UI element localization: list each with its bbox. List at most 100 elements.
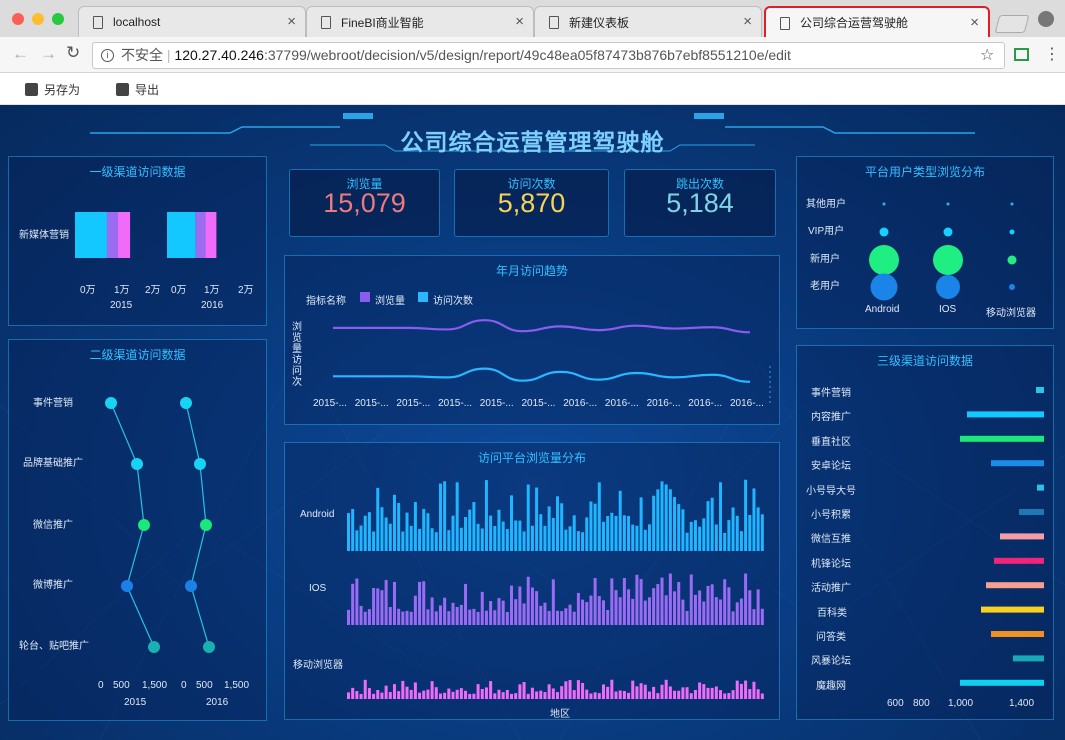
back-icon[interactable]: ←	[12, 44, 29, 64]
platform-bar	[748, 689, 752, 699]
platform-bar	[727, 587, 731, 625]
export-label: 导出	[135, 83, 160, 97]
platform-bar	[459, 527, 463, 551]
platform-bar	[392, 684, 396, 699]
dashboard-canvas: 公司综合运营管理驾驶舱 一级渠道访问数据 新媒体营销 0万 1万 2万 0万 1…	[0, 105, 1065, 740]
tick-label: 1万	[204, 285, 220, 296]
platform-bar	[376, 487, 380, 551]
platform-bar	[355, 691, 359, 699]
maximize-window-button[interactable]	[52, 13, 64, 25]
profile-icon[interactable]	[1038, 11, 1054, 27]
platform-bar	[388, 607, 392, 625]
close-tab-icon[interactable]: ×	[515, 13, 524, 30]
platform-bar	[493, 693, 497, 699]
platform-bar	[585, 517, 589, 551]
bookmark-star-icon[interactable]: ☆	[980, 45, 994, 65]
forward-icon[interactable]: →	[40, 44, 57, 64]
platform-bar	[597, 693, 601, 699]
tab-cockpit[interactable]: 公司综合运营驾驶舱 ×	[764, 6, 990, 37]
tick-label: 1,500	[224, 680, 250, 691]
platform-bar	[451, 691, 455, 699]
platform-bar	[647, 691, 651, 699]
data-point	[185, 580, 197, 592]
platform-bar	[748, 514, 752, 551]
close-tab-icon[interactable]: ×	[743, 13, 752, 30]
url-field[interactable]: i 不安全 | 120.27.40.246:37799/webroot/deci…	[92, 42, 1005, 69]
data-point	[194, 458, 206, 470]
platform-bar	[606, 686, 610, 699]
platform-bar	[409, 525, 413, 551]
tab-new-dashboard[interactable]: 新建仪表板 ×	[534, 6, 762, 37]
platform-bar	[405, 512, 409, 551]
x-tick-label: 2015-...	[521, 398, 556, 409]
dashboard-title: 公司综合运营管理驾驶舱	[400, 129, 665, 155]
platform-bar	[480, 591, 484, 625]
platform-bar	[535, 691, 539, 699]
platform-bar-chart	[347, 479, 764, 699]
data-point	[200, 519, 212, 531]
tab-finebi[interactable]: FineBI商业智能 ×	[306, 6, 534, 37]
platform-bar	[384, 685, 388, 699]
platform-bar	[518, 586, 522, 625]
platform-bar	[572, 515, 576, 551]
platform-bar	[434, 532, 438, 551]
info-icon[interactable]: i	[101, 49, 114, 62]
save-as-button[interactable]: 另存为	[25, 81, 80, 98]
platform-bar	[468, 509, 472, 551]
platform-bar	[451, 515, 455, 551]
platform-bar	[668, 489, 672, 551]
platform-bar	[589, 501, 593, 551]
platform-bar	[627, 515, 631, 551]
more-menu-icon[interactable]: ⋮	[1044, 44, 1060, 64]
platform-bar	[631, 680, 635, 699]
platform-bar	[413, 595, 417, 625]
platform-bar	[606, 609, 610, 625]
panel-monthly-trend: 年月访问趋势 指标名称 浏览量 访问次数 浏览量访问次 2015-... 2015…	[284, 255, 780, 425]
platform-bar	[384, 579, 388, 625]
platform-bar	[589, 693, 593, 699]
x-tick-label: 2015-...	[313, 398, 347, 409]
platform-bar	[493, 525, 497, 551]
platform-bar	[367, 688, 371, 699]
kpi-visits: 访问次数 5,870	[454, 169, 609, 237]
tick-label: 1,400	[1009, 698, 1035, 709]
platform-bar	[572, 690, 576, 699]
export-button[interactable]: 导出	[116, 81, 159, 98]
user-type-bubble	[946, 202, 950, 206]
minimize-window-button[interactable]	[32, 13, 44, 25]
platform-bar	[522, 682, 526, 699]
data-point	[121, 580, 133, 592]
platform-bar	[618, 690, 622, 699]
platform-bar	[593, 503, 597, 551]
x-tick-label: 2016-...	[604, 398, 639, 409]
platform-bar	[614, 515, 618, 551]
user-type-bubble	[1009, 229, 1015, 235]
screenshot-extension-icon[interactable]	[1014, 48, 1029, 61]
new-tab-button[interactable]	[994, 15, 1030, 33]
platform-bar	[706, 501, 710, 551]
close-tab-icon[interactable]: ×	[970, 14, 979, 31]
platform-bar	[556, 496, 559, 551]
platform-bar	[631, 524, 635, 551]
panel-level2-channel: 二级渠道访问数据 事件营销 品牌基础推广 微信推广 微博推广 轮台、贴吧推广 0…	[8, 339, 267, 721]
platform-bar	[702, 518, 706, 551]
platform-bar	[455, 689, 459, 699]
platform-bar	[601, 684, 605, 699]
platform-bar	[614, 590, 618, 625]
reload-icon[interactable]: ↻	[66, 43, 80, 63]
platform-bar	[756, 589, 760, 625]
platform-bar	[568, 526, 572, 551]
platform-bar	[392, 581, 396, 625]
platform-bar	[388, 523, 392, 551]
platform-bar	[397, 502, 401, 551]
close-tab-icon[interactable]: ×	[287, 13, 296, 30]
platform-bar	[430, 528, 434, 551]
user-type-bubble	[933, 245, 963, 275]
tab-localhost[interactable]: localhost ×	[78, 6, 306, 37]
channel-bar	[986, 582, 1044, 589]
platform-bar	[443, 692, 447, 699]
platform-bar	[367, 609, 371, 625]
close-window-button[interactable]	[12, 13, 24, 25]
platform-bar	[426, 689, 430, 699]
tick-label: 800	[913, 698, 930, 709]
